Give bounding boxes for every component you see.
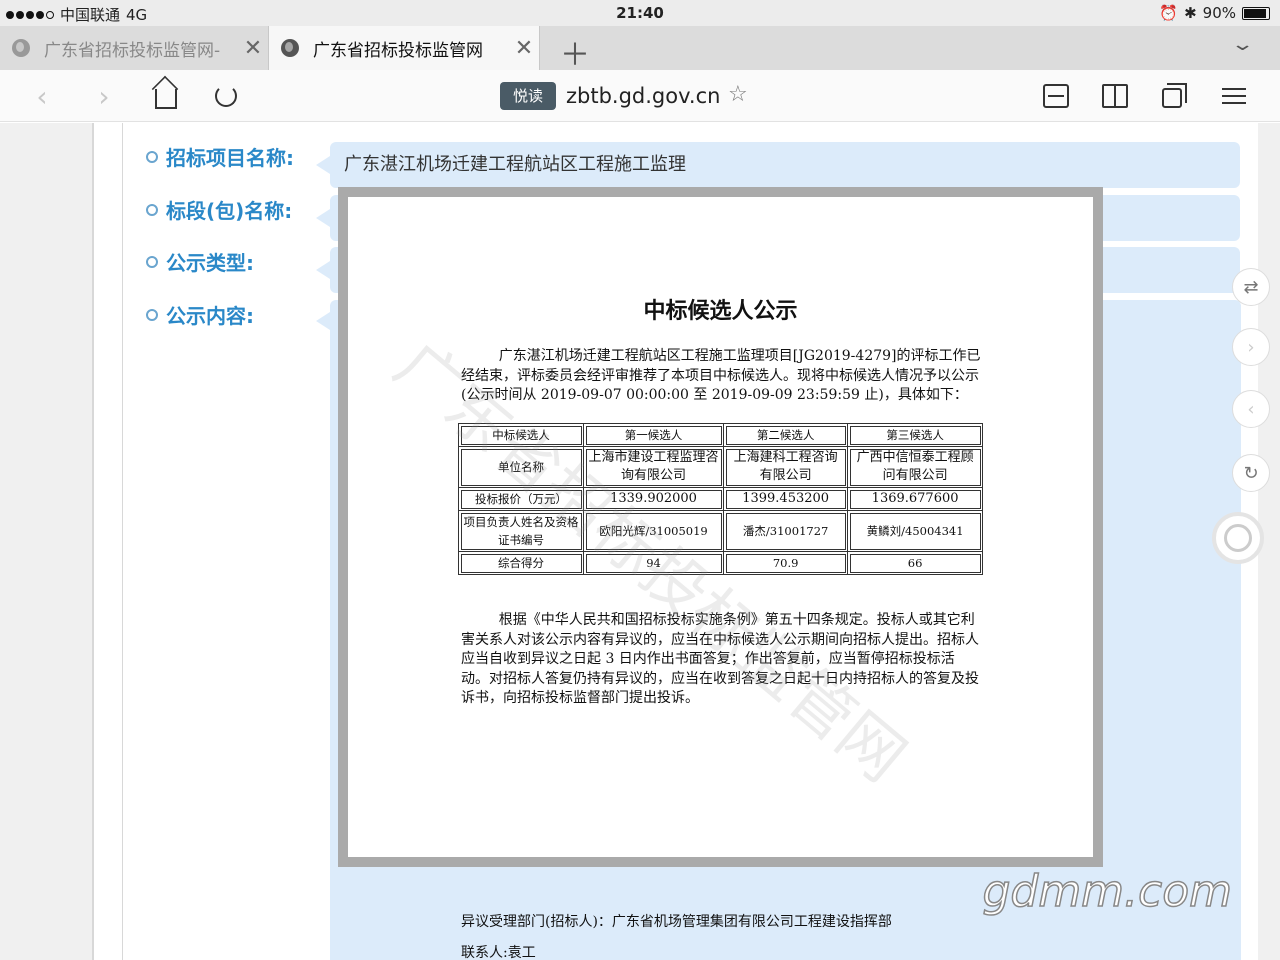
divider bbox=[122, 123, 123, 960]
chevron-right-icon[interactable]: › bbox=[1232, 328, 1270, 366]
swap-icon[interactable]: ⇄ bbox=[1232, 268, 1270, 306]
url-field[interactable]: zbtb.gd.gov.cn bbox=[566, 82, 720, 110]
status-bar: 中国联通 4G 21:40 ⏰ ✱ 90% bbox=[0, 0, 1280, 26]
battery-percent: 90% bbox=[1202, 4, 1236, 22]
field-value: 广东湛江机场迁建工程航站区工程施工监理 bbox=[316, 142, 1240, 188]
reader-mode-button[interactable]: 悦读 bbox=[500, 82, 556, 110]
table-header: 第三候选人 bbox=[847, 423, 983, 447]
bookmark-star-icon[interactable]: ☆ bbox=[728, 82, 748, 107]
table-cell: 1369.677600 bbox=[847, 487, 983, 511]
field-label: 标段(包)名称: bbox=[166, 199, 293, 223]
tab-title: 广东省招标投标监管网- bbox=[44, 40, 221, 61]
document-page: 中标候选人公示 广东湛江机场迁建工程航站区工程施工监理项目[JG2019-427… bbox=[348, 197, 1093, 960]
tab-bar: 广东省招标投标监管网- ✕ 广东省招标投标监管网 ✕ ＋ ⌄ bbox=[0, 26, 1280, 73]
field-notice-type: 公示类型: 正常 bbox=[146, 247, 1240, 293]
refresh-icon[interactable]: ↻ bbox=[1232, 454, 1270, 492]
table-header: 第一候选人 bbox=[582, 423, 725, 447]
table-cell: 综合得分 bbox=[458, 551, 584, 575]
field-label: 招标项目名称: bbox=[166, 146, 294, 170]
navigation-bar: ‹ › 悦读 zbtb.gd.gov.cn ☆ bbox=[0, 70, 1280, 122]
reload-button[interactable] bbox=[210, 80, 242, 112]
document-contact-line: 联系人:袁工 bbox=[461, 945, 536, 960]
site-watermark: gdmm.com bbox=[982, 865, 1233, 918]
table-cell: 潘杰/31001727 bbox=[723, 510, 849, 552]
alarm-icon: ⏰ bbox=[1159, 4, 1179, 22]
field-label: 公示内容: bbox=[166, 304, 254, 328]
chevron-left-icon[interactable]: ‹ bbox=[1232, 390, 1270, 428]
document-intro: 广东湛江机场迁建工程航站区工程施工监理项目[JG2019-4279]的评标工作已… bbox=[461, 348, 981, 403]
field-project-name: 招标项目名称: 广东湛江机场迁建工程航站区工程施工监理 bbox=[146, 142, 1240, 188]
tab-1[interactable]: 广东省招标投标监管网- ✕ bbox=[0, 26, 268, 70]
chevron-left-icon: ‹ bbox=[36, 79, 48, 113]
bullet-icon bbox=[146, 150, 158, 163]
document-dept-line: 异议受理部门(招标人)：广东省机场管理集团有限公司工程建设指挥部 bbox=[461, 914, 892, 930]
tab-2[interactable]: 广东省招标投标监管网 ✕ bbox=[268, 26, 540, 70]
table-cell: 上海建科工程咨询有限公司 bbox=[723, 446, 849, 488]
table-cell: 70.9 bbox=[723, 551, 849, 575]
reload-icon bbox=[215, 85, 237, 107]
home-button[interactable] bbox=[150, 80, 182, 112]
globe-icon bbox=[281, 39, 299, 57]
table-cell: 1399.453200 bbox=[723, 487, 849, 511]
tab-title: 广东省招标投标监管网 bbox=[313, 40, 483, 61]
scan-icon[interactable] bbox=[1043, 84, 1069, 108]
book-icon[interactable] bbox=[1102, 84, 1128, 108]
forward-button[interactable]: › bbox=[88, 79, 120, 113]
menu-icon[interactable] bbox=[1222, 84, 1246, 108]
field-notice-content: 公示内容: bbox=[146, 300, 328, 329]
bullet-icon bbox=[146, 203, 158, 216]
clock: 21:40 bbox=[616, 4, 664, 22]
field-lot-name: 标段(包)名称: 广东湛江机场迁建工程航站区工程施工监理 bbox=[146, 195, 1240, 241]
home-icon bbox=[155, 89, 177, 109]
bullet-icon bbox=[146, 308, 158, 321]
table-cell: 黄鳞刘/45004341 bbox=[847, 510, 983, 552]
close-icon[interactable]: ✕ bbox=[238, 36, 268, 61]
chevron-down-icon[interactable]: ⌄ bbox=[1230, 34, 1254, 55]
close-icon[interactable]: ✕ bbox=[509, 36, 539, 61]
field-label: 公示类型: bbox=[166, 251, 254, 275]
tabs-icon[interactable] bbox=[1162, 83, 1187, 108]
bluetooth-icon: ✱ bbox=[1184, 4, 1197, 22]
bullet-icon bbox=[146, 255, 158, 268]
battery-icon bbox=[1242, 6, 1270, 20]
assistive-touch-button[interactable] bbox=[1212, 512, 1264, 564]
table-cell: 广西中信恒泰工程顾问有限公司 bbox=[847, 446, 983, 488]
new-tab-button[interactable]: ＋ bbox=[560, 30, 590, 74]
chevron-right-icon: › bbox=[98, 79, 110, 113]
table-header: 第二候选人 bbox=[723, 423, 849, 447]
globe-icon bbox=[12, 39, 30, 57]
table-cell: 66 bbox=[847, 551, 983, 575]
document-title: 中标候选人公示 bbox=[643, 299, 798, 324]
back-button[interactable]: ‹ bbox=[26, 79, 58, 113]
